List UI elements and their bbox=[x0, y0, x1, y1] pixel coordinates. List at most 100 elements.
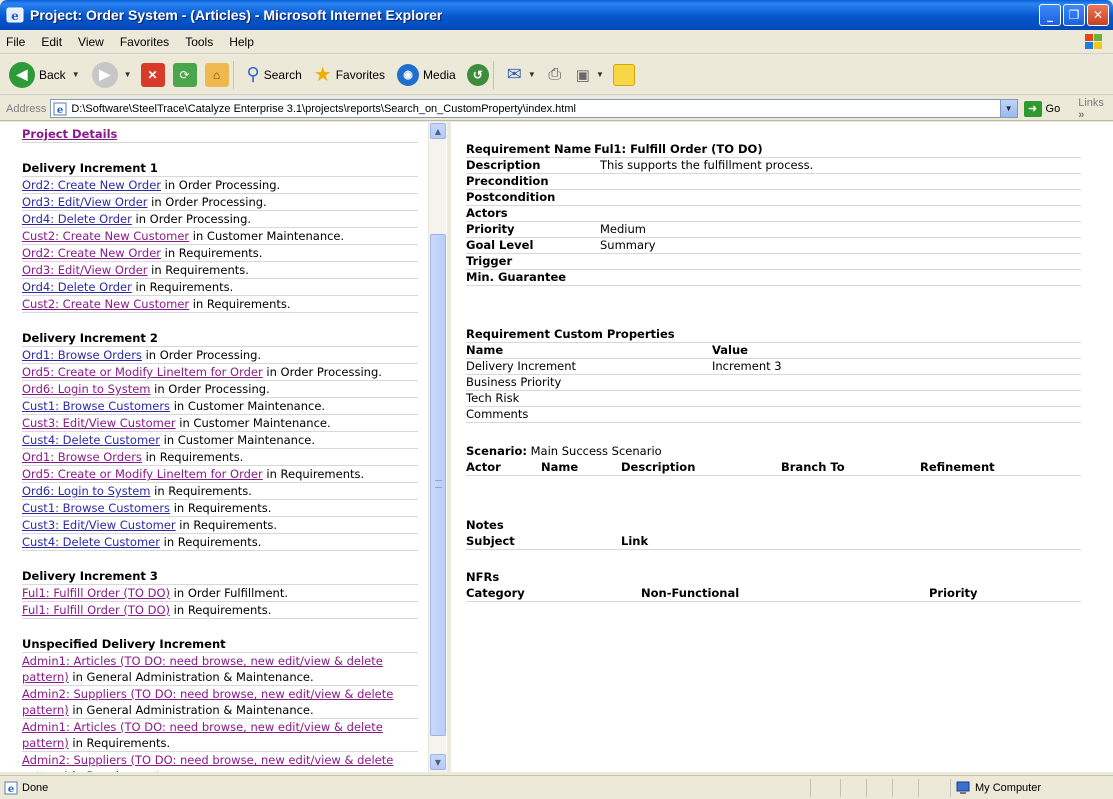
requirement-location: in Requirements. bbox=[170, 501, 272, 515]
close-button[interactable]: ✕ bbox=[1087, 4, 1109, 26]
requirement-link[interactable]: Ord5: Create or Modify LineItem for Orde… bbox=[22, 467, 263, 481]
requirement-link[interactable]: Ful1: Fulfill Order (TO DO) bbox=[22, 603, 170, 617]
list-item: Cust1: Browse Customers in Requirements. bbox=[22, 500, 418, 517]
left-scrollbar[interactable]: ▲ ▼ bbox=[428, 122, 446, 772]
list-item: Cust1: Browse Customers in Customer Main… bbox=[22, 398, 418, 415]
menu-tools[interactable]: Tools bbox=[177, 35, 221, 49]
toolbar-divider bbox=[492, 60, 494, 89]
custom-property-row: Comments bbox=[466, 407, 1081, 423]
mail-button[interactable]: ✉ ▼ bbox=[504, 59, 539, 91]
edit-button[interactable]: ▣ ▼ bbox=[573, 59, 607, 91]
requirement-link[interactable]: Ord4: Delete Order bbox=[22, 212, 132, 226]
custom-properties-title: Requirement Custom Properties bbox=[466, 327, 1081, 343]
requirement-name-label: Requirement Name bbox=[466, 142, 592, 156]
list-item: Ord3: Edit/View Order in Requirements. bbox=[22, 262, 418, 279]
minimize-button[interactable]: _ bbox=[1039, 4, 1061, 26]
requirement-link[interactable]: Ord1: Browse Orders bbox=[22, 348, 142, 362]
go-button[interactable]: ➜ Go bbox=[1023, 100, 1060, 117]
requirement-link[interactable]: Ord3: Edit/View Order bbox=[22, 195, 148, 209]
list-item: Ord5: Create or Modify LineItem for Orde… bbox=[22, 466, 418, 483]
favorites-label: Favorites bbox=[335, 67, 386, 82]
requirement-link[interactable]: Ful1: Fulfill Order (TO DO) bbox=[22, 586, 170, 600]
home-button[interactable]: ⌂ bbox=[204, 62, 229, 87]
status-divider bbox=[840, 779, 841, 797]
requirement-link[interactable]: Ord6: Login to System bbox=[22, 484, 151, 498]
svg-text:e: e bbox=[8, 784, 14, 795]
svg-text:e: e bbox=[57, 105, 63, 116]
list-item: Admin2: Suppliers (TO DO: need browse, n… bbox=[22, 752, 418, 772]
section-title: Unspecified Delivery Increment bbox=[22, 636, 418, 653]
menu-favorites[interactable]: Favorites bbox=[112, 35, 177, 49]
scrollbar-thumb[interactable] bbox=[430, 234, 446, 736]
back-label: Back bbox=[39, 67, 66, 82]
left-content: Project Details Delivery Increment 1 Ord2… bbox=[22, 126, 418, 772]
toolbar: ◀ Back ▼ ▶ ▼ ✕ ⟳ ⌂ ⚲ Search ★ Favorites … bbox=[0, 55, 1113, 95]
title-bar: e Project: Order System - (Articles) - M… bbox=[0, 0, 1113, 30]
field-label: Description bbox=[466, 158, 541, 172]
requirement-location: in Order Processing. bbox=[141, 348, 262, 362]
requirement-link[interactable]: Ord4: Delete Order bbox=[22, 280, 132, 294]
list-item: Admin2: Suppliers (TO DO: need browse, n… bbox=[22, 686, 418, 719]
requirement-location: in Requirements. bbox=[175, 518, 278, 532]
requirement-link[interactable]: Cust1: Browse Customers bbox=[22, 501, 170, 515]
messenger-button[interactable] bbox=[612, 63, 635, 86]
list-item: Ful1: Fulfill Order (TO DO) in Requireme… bbox=[22, 602, 418, 619]
requirement-location: in Requirements. bbox=[131, 280, 234, 294]
project-details-row: Project Details bbox=[22, 126, 418, 143]
list-item: Ord4: Delete Order in Requirements. bbox=[22, 279, 418, 296]
address-label: Address bbox=[6, 102, 47, 115]
chevron-down-icon[interactable]: ▼ bbox=[528, 70, 536, 79]
requirement-link[interactable]: Cust4: Delete Customer bbox=[22, 433, 160, 447]
address-input[interactable]: e D:\Software\SteelTrace\Catalyze Enterp… bbox=[50, 99, 1018, 118]
stop-button[interactable]: ✕ bbox=[140, 62, 165, 87]
requirement-link[interactable]: Ord1: Browse Orders bbox=[22, 450, 142, 464]
requirement-link[interactable]: Cust1: Browse Customers bbox=[22, 399, 170, 413]
media-button[interactable]: ◉ Media bbox=[394, 59, 459, 91]
chevron-down-icon[interactable]: ▼ bbox=[124, 70, 132, 79]
links-button[interactable]: Links » bbox=[1078, 97, 1113, 121]
back-button[interactable]: ◀ Back ▼ bbox=[6, 59, 83, 91]
chevron-down-icon[interactable]: ▼ bbox=[72, 70, 80, 79]
project-details-link[interactable]: Project Details bbox=[22, 127, 117, 141]
search-button[interactable]: ⚲ Search bbox=[244, 59, 305, 91]
requirement-location: in Requirements. bbox=[68, 736, 171, 750]
custom-property-row: Tech Risk bbox=[466, 391, 1081, 407]
status-divider bbox=[892, 779, 893, 797]
scroll-up-icon[interactable]: ▲ bbox=[430, 123, 446, 139]
custom-properties: Requirement Custom Properties Name Value… bbox=[466, 327, 1081, 423]
requirement-link[interactable]: Ord6: Login to System bbox=[22, 382, 151, 396]
requirement-link[interactable]: Ord2: Create New Order bbox=[22, 246, 161, 260]
field-row: Actors bbox=[466, 206, 1081, 222]
forward-arrow-icon: ▶ bbox=[91, 61, 118, 88]
favorites-button[interactable]: ★ Favorites bbox=[311, 59, 388, 91]
requirement-link[interactable]: Cust3: Edit/View Customer bbox=[22, 416, 176, 430]
field-row: Description This supports the fulfillment… bbox=[466, 158, 1081, 174]
forward-button[interactable]: ▶ ▼ bbox=[89, 59, 135, 91]
field-label: Postcondition bbox=[466, 190, 556, 204]
chevron-down-icon[interactable]: ▼ bbox=[596, 70, 604, 79]
requirement-link[interactable]: Ord3: Edit/View Order bbox=[22, 263, 148, 277]
maximize-button[interactable]: ❐ bbox=[1063, 4, 1085, 26]
requirement-link[interactable]: Ord2: Create New Order bbox=[22, 178, 161, 192]
status-divider bbox=[810, 779, 811, 797]
requirement-link[interactable]: Ord5: Create or Modify LineItem for Orde… bbox=[22, 365, 263, 379]
requirement-link[interactable]: Cust4: Delete Customer bbox=[22, 535, 160, 549]
search-label: Search bbox=[263, 67, 302, 82]
requirement-link[interactable]: Cust2: Create New Customer bbox=[22, 229, 189, 243]
menu-help[interactable]: Help bbox=[221, 35, 262, 49]
menu-edit[interactable]: Edit bbox=[33, 35, 70, 49]
list-item: Ful1: Fulfill Order (TO DO) in Order Ful… bbox=[22, 585, 418, 602]
menu-view[interactable]: View bbox=[70, 35, 112, 49]
requirement-link[interactable]: Cust2: Create New Customer bbox=[22, 297, 189, 311]
list-item: Ord2: Create New Order in Order Processi… bbox=[22, 177, 418, 194]
mail-icon: ✉ bbox=[506, 64, 522, 84]
requirement-link[interactable]: Cust3: Edit/View Customer bbox=[22, 518, 176, 532]
requirement-location: in Requirements. bbox=[147, 263, 249, 277]
history-icon[interactable]: ↺ bbox=[466, 63, 489, 86]
menu-file[interactable]: File bbox=[0, 35, 33, 49]
scroll-down-icon[interactable]: ▼ bbox=[430, 754, 446, 770]
requirement-location: in Order Processing. bbox=[150, 382, 270, 396]
print-button[interactable]: ⎙ bbox=[543, 63, 567, 87]
chevron-down-icon[interactable]: ▼ bbox=[999, 100, 1017, 117]
refresh-button[interactable]: ⟳ bbox=[172, 62, 197, 87]
